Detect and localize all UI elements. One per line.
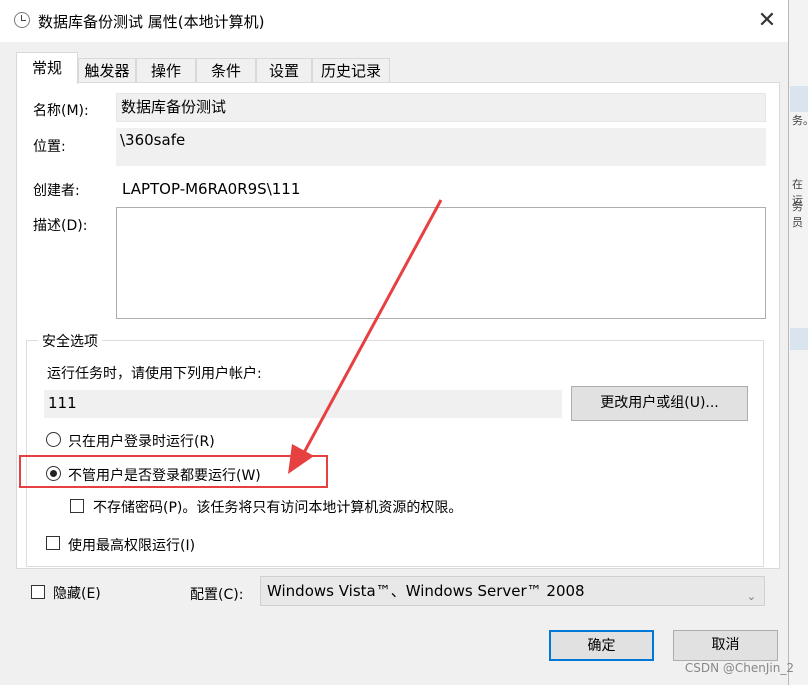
watermark: CSDN @ChenJin_2 <box>684 661 794 675</box>
tab-general[interactable]: 常规 <box>16 52 78 84</box>
annotation-arrow-line <box>298 199 443 461</box>
annotation-arrow <box>288 199 443 474</box>
annotation-arrow-head <box>288 444 314 474</box>
